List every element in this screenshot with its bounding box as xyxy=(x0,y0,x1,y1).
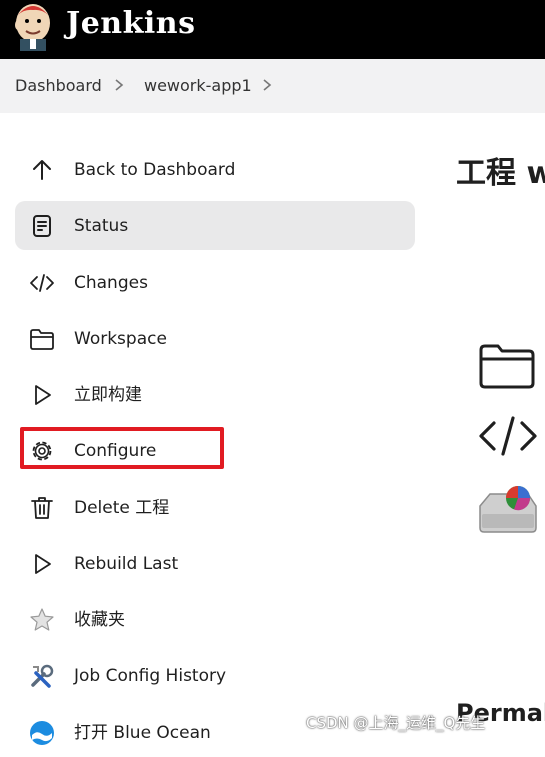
chevron-right-icon[interactable] xyxy=(260,75,274,95)
chevron-right-icon xyxy=(115,79,124,91)
sidebar-item-delete-project[interactable]: Delete 工程 xyxy=(15,483,415,532)
star-icon xyxy=(30,608,54,631)
brand-title[interactable]: Jenkins xyxy=(66,4,195,44)
sidebar-item-build-now[interactable]: 立即构建 xyxy=(15,370,415,419)
sidebar-item-label: Workspace xyxy=(74,329,167,349)
sidebar-item-job-config-history[interactable]: Job Config History xyxy=(15,651,415,700)
sidebar-item-label: 立即构建 xyxy=(74,385,142,405)
top-header: Jenkins xyxy=(0,0,545,59)
sidebar-item-workspace[interactable]: Workspace xyxy=(15,314,415,363)
configure-highlight-box xyxy=(20,427,224,469)
play-icon xyxy=(35,385,51,405)
sidebar-item-back-to-dashboard[interactable]: Back to Dashboard xyxy=(15,145,415,194)
folder-icon[interactable] xyxy=(478,342,536,390)
sidebar-item-changes[interactable]: Changes xyxy=(15,258,415,307)
sidebar-item-label: Rebuild Last xyxy=(74,554,179,574)
sidebar-item-label: Changes xyxy=(74,273,148,293)
disk-usage-icon[interactable] xyxy=(476,484,538,536)
sidebar-item-rebuild-last[interactable]: Rebuild Last xyxy=(15,539,415,588)
play-icon xyxy=(35,554,51,574)
code-icon xyxy=(30,274,54,292)
folder-icon xyxy=(30,329,54,350)
page-title: 工程 w xyxy=(456,156,545,191)
sidebar-item-label: Back to Dashboard xyxy=(74,160,236,180)
sidebar-item-label: Status xyxy=(74,216,129,236)
blue-ocean-icon xyxy=(30,721,54,745)
arrow-up-icon xyxy=(33,160,51,180)
code-icon[interactable] xyxy=(478,413,538,459)
breadcrumb: Dashboard wework-app1 xyxy=(0,59,545,113)
sidebar-item-label: 打开 Blue Ocean xyxy=(74,723,211,743)
trash-icon xyxy=(31,497,53,519)
breadcrumb-project[interactable]: wework-app1 xyxy=(144,76,252,96)
sidebar-item-favorites[interactable]: 收藏夹 xyxy=(15,595,415,644)
sidebar-item-label: 收藏夹 xyxy=(74,610,125,630)
document-icon xyxy=(33,215,51,237)
sidebar-item-label: Job Config History xyxy=(74,666,227,686)
watermark: CSDN @上海_运维_Q先生 xyxy=(306,714,486,732)
sidebar-item-label: Delete 工程 xyxy=(74,498,170,518)
tools-icon xyxy=(31,664,54,688)
breadcrumb-dashboard[interactable]: Dashboard xyxy=(15,76,102,96)
sidebar-item-status[interactable]: Status xyxy=(15,201,415,250)
jenkins-logo-icon[interactable] xyxy=(12,1,54,51)
